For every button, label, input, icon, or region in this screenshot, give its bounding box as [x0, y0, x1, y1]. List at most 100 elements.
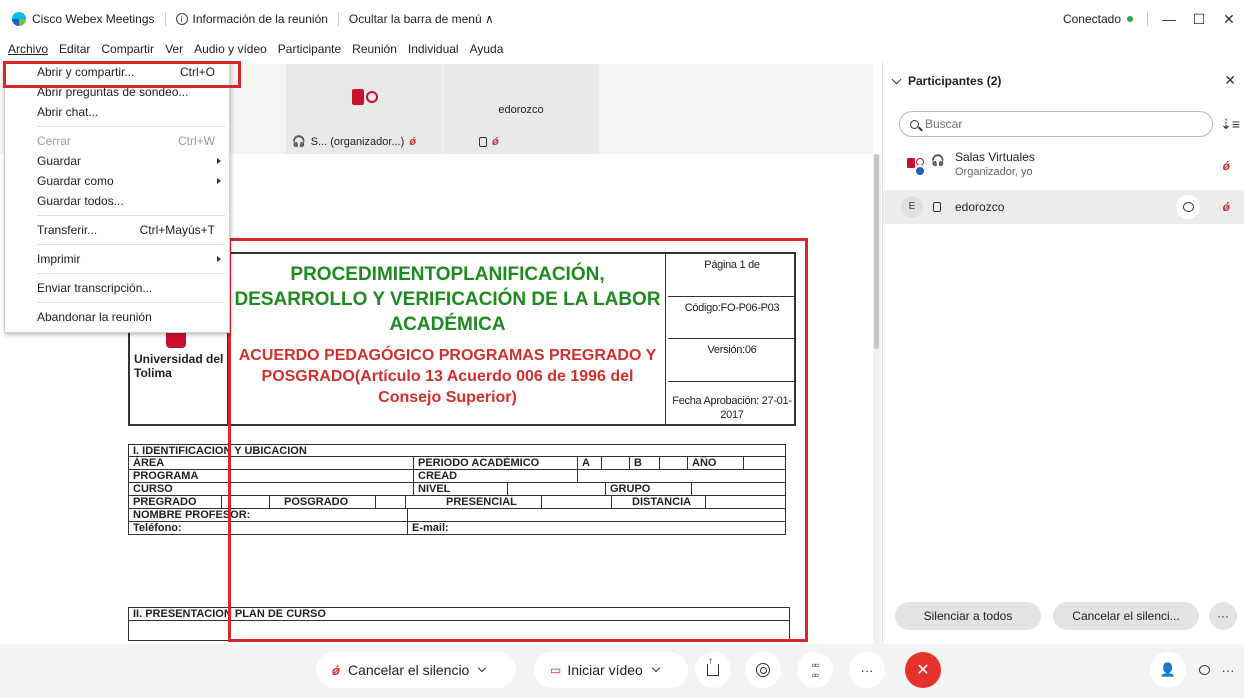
menu-item-send-transcript[interactable]: Enviar transcripción...	[5, 278, 229, 298]
content-scrollbar[interactable]	[873, 154, 881, 644]
scrollbar-thumb[interactable]	[874, 154, 879, 349]
mic-muted-icon: ǿ	[332, 662, 340, 678]
more-options-button[interactable]: ···	[1209, 602, 1237, 630]
unmute-all-button[interactable]: Cancelar el silenci...	[1053, 602, 1199, 630]
university-logo-icon	[348, 84, 382, 110]
menu-item-open-share[interactable]: Abrir y compartir... Ctrl+O	[5, 62, 229, 82]
menu-audio-video[interactable]: Audio y vídeo	[188, 42, 272, 56]
form-section-title: I. IDENTIFICACION Y UBICACION	[128, 444, 786, 457]
participants-toggle-button[interactable]: 👤	[1150, 652, 1186, 688]
tile-host-label: S... (organizador...)	[310, 135, 405, 148]
menu-item-save-all[interactable]: Guardar todos...	[5, 191, 229, 211]
headset-icon: 🎧	[292, 136, 306, 148]
search-input[interactable]	[925, 117, 1185, 131]
form-row-telefono: Teléfono: E-mail:	[128, 522, 786, 535]
form-row-curso: CURSO NIVEL GRUPO	[128, 483, 786, 496]
menu-ayuda[interactable]: Ayuda	[464, 42, 509, 56]
document-code: Código:FO-P06-P03	[668, 297, 796, 339]
title-bar: Cisco Webex Meetings i Información de la…	[0, 0, 1244, 38]
host-badge-icon	[914, 165, 926, 177]
menu-item-transfer[interactable]: Transferir... Ctrl+Mayús+T	[5, 220, 229, 240]
participants-header[interactable]: Participantes (2)	[891, 74, 1001, 88]
menu-item-print[interactable]: Imprimir	[5, 249, 229, 269]
mic-muted-icon[interactable]: ǿ	[1223, 159, 1230, 173]
mute-all-button[interactable]: Silenciar a todos	[895, 602, 1041, 630]
share-content-button[interactable]	[695, 652, 731, 688]
form-row-pregrado: PREGRADO POSGRADO PRESENCIAL DISTANCIA	[128, 496, 786, 509]
participant-row[interactable]: E edorozco ǿ	[883, 190, 1244, 224]
video-off-icon: ▭	[550, 663, 562, 677]
form-row-programa: PROGRAMA CREAD	[128, 470, 786, 483]
chevron-down-icon[interactable]	[478, 663, 487, 673]
apps-grid-icon: ▫▫ ▫▫	[811, 658, 819, 682]
mic-muted-icon[interactable]: ǿ	[1223, 200, 1230, 214]
panel-more-button[interactable]: ···	[1210, 652, 1244, 688]
approval-date: Fecha Aprobación: 27-01-2017	[672, 394, 792, 421]
connection-status: Conectado	[1062, 12, 1121, 26]
mobile-device-icon	[479, 137, 487, 147]
mic-muted-icon: ǿ	[492, 136, 499, 148]
record-button[interactable]	[745, 652, 781, 688]
participant-search[interactable]	[899, 111, 1213, 137]
start-video-button[interactable]: ▭ Iniciar vídeo	[534, 652, 688, 688]
share-icon	[707, 656, 719, 676]
record-icon	[756, 663, 770, 677]
headset-icon: 🎧	[931, 155, 945, 167]
page-number: Página 1 de	[668, 254, 796, 297]
webex-logo-icon	[12, 12, 26, 26]
menu-editar[interactable]: Editar	[53, 42, 95, 56]
menu-item-save[interactable]: Guardar	[5, 151, 229, 171]
menu-item-open-chat[interactable]: Abrir chat...	[5, 102, 229, 122]
sort-icon[interactable]: ⇣≡	[1220, 116, 1240, 133]
unmute-button[interactable]: ǿ Cancelar el silencio	[316, 652, 516, 688]
chevron-down-icon[interactable]	[651, 663, 661, 673]
close-panel-icon[interactable]: ✕	[1224, 72, 1236, 89]
apps-button[interactable]: ▫▫ ▫▫	[797, 652, 833, 688]
search-icon	[910, 119, 919, 129]
menu-item-open-poll[interactable]: Abrir preguntas de sondeo...	[5, 82, 229, 102]
participant-avatar: E	[901, 196, 923, 218]
chat-bubble-icon	[1198, 665, 1210, 675]
menu-item-close: Cerrar Ctrl+W	[37, 134, 215, 148]
participants-icon: 👤	[1159, 662, 1177, 677]
participant-name: Salas Virtuales	[955, 150, 1035, 164]
menu-bar: Archivo Editar Compartir Ver Audio y víd…	[0, 38, 508, 60]
file-menu-dropdown: Abrir y compartir... Ctrl+O Abrir pregunt…	[3, 61, 241, 333]
participants-panel: Participantes (2) ✕ ⇣≡ 🎧 Salas Virtuales…	[882, 62, 1244, 644]
submenu-arrow-icon	[217, 158, 221, 164]
menu-reunion[interactable]: Reunión	[346, 42, 402, 56]
menu-compartir[interactable]: Compartir	[95, 42, 159, 56]
form-row-profesor: NOMBRE PROFESOR:	[128, 509, 786, 522]
menu-participante[interactable]: Participante	[272, 42, 346, 56]
app-title: Cisco Webex Meetings	[32, 12, 155, 26]
maximize-button[interactable]: ☐	[1184, 11, 1214, 28]
meeting-info-button[interactable]: i Información de la reunión	[175, 12, 328, 26]
minimize-button[interactable]: —	[1154, 11, 1184, 27]
submenu-arrow-icon	[217, 178, 221, 184]
menu-item-leave-meeting[interactable]: Abandonar la reunión	[5, 307, 229, 327]
chevron-down-icon	[891, 74, 902, 84]
close-window-button[interactable]: ✕	[1214, 11, 1244, 28]
university-name: Universidad del Tolima	[134, 352, 224, 380]
menu-item-save-as[interactable]: Guardar como	[5, 171, 229, 191]
hide-menu-bar-button[interactable]: Ocultar la barra de menú ∧	[349, 12, 494, 26]
mic-muted-icon: ǿ	[409, 135, 416, 148]
submenu-arrow-icon	[217, 256, 221, 262]
connected-dot-icon	[1127, 16, 1133, 22]
chat-participant-button[interactable]	[1176, 195, 1200, 219]
meeting-toolbar: ǿ Cancelar el silencio ▭ Iniciar vídeo ▫…	[0, 644, 1244, 698]
video-tile-host[interactable]: 🎧 S... (organizador...) ǿ	[286, 64, 442, 154]
menu-archivo[interactable]: Archivo	[0, 42, 53, 56]
menu-ver[interactable]: Ver	[159, 42, 188, 56]
more-options-button[interactable]: ···	[849, 652, 885, 688]
info-icon: i	[175, 13, 188, 25]
menu-individual[interactable]: Individual	[402, 42, 464, 56]
participant-row[interactable]: 🎧 Salas Virtuales Organizador, yo ǿ	[883, 148, 1244, 184]
end-meeting-button[interactable]: ✕	[905, 652, 941, 688]
participant-name: edorozco	[955, 200, 1005, 214]
participant-role: Organizador, yo	[955, 166, 1033, 178]
document-title: PROCEDIMIENTOPLANIFICACIÓN, DESARROLLO Y…	[234, 264, 661, 335]
university-logo-icon	[166, 332, 186, 348]
document-version: Versión:06	[668, 339, 796, 382]
video-tile-edorozco[interactable]: edorozco ǿ	[443, 64, 599, 154]
